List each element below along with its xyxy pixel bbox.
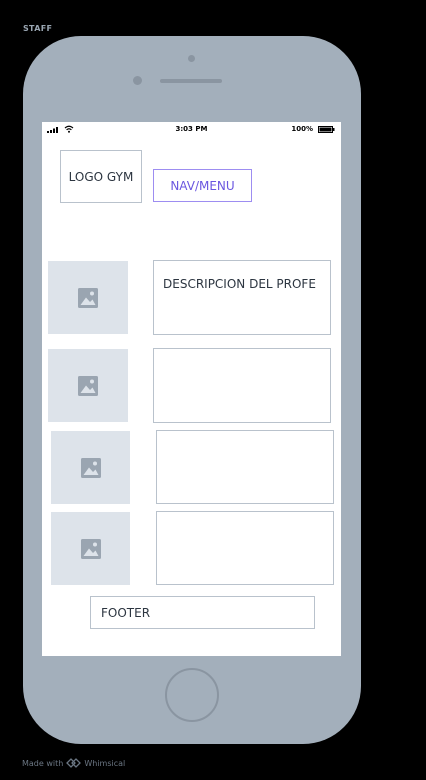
whimsical-logo-icon — [66, 758, 82, 768]
sensor-dot — [133, 76, 142, 85]
staff-description-box — [156, 430, 334, 504]
nav-menu-label: NAV/MENU — [170, 178, 235, 193]
staff-image — [51, 512, 130, 585]
staff-description-box: DESCRIPCION DEL PROFE — [153, 260, 331, 335]
staff-image — [51, 431, 130, 504]
image-placeholder-icon — [78, 375, 98, 396]
staff-image — [48, 261, 128, 334]
image-placeholder-icon — [80, 457, 101, 478]
staff-description-box — [156, 511, 334, 585]
logo-text: LOGO GYM — [68, 169, 134, 184]
staff-description: DESCRIPCION DEL PROFE — [163, 277, 316, 291]
staff-image — [48, 349, 128, 422]
phone-screen: 3:03 PM 100% LOGO GYM NAV/MENU DESCRIPCI… — [42, 122, 341, 656]
camera-dot — [188, 55, 195, 62]
nav-menu-button[interactable]: NAV/MENU — [153, 169, 252, 202]
staff-description-box — [153, 348, 331, 423]
image-placeholder-icon — [78, 287, 98, 308]
status-bar: 3:03 PM 100% — [42, 122, 341, 138]
home-button[interactable] — [165, 668, 219, 722]
watermark-text: Made with — [22, 758, 64, 768]
frame-label: STAFF — [23, 24, 53, 33]
speaker-grille — [160, 79, 222, 83]
battery-percentage: 100% — [291, 125, 313, 133]
logo-box: LOGO GYM — [60, 150, 142, 203]
watermark: Made with Whimsical — [22, 758, 125, 768]
footer-box: FOOTER — [90, 596, 315, 629]
image-placeholder-icon — [80, 538, 101, 559]
watermark-brand: Whimsical — [84, 758, 126, 768]
footer-label: FOOTER — [101, 605, 151, 620]
battery-icon — [318, 126, 335, 133]
